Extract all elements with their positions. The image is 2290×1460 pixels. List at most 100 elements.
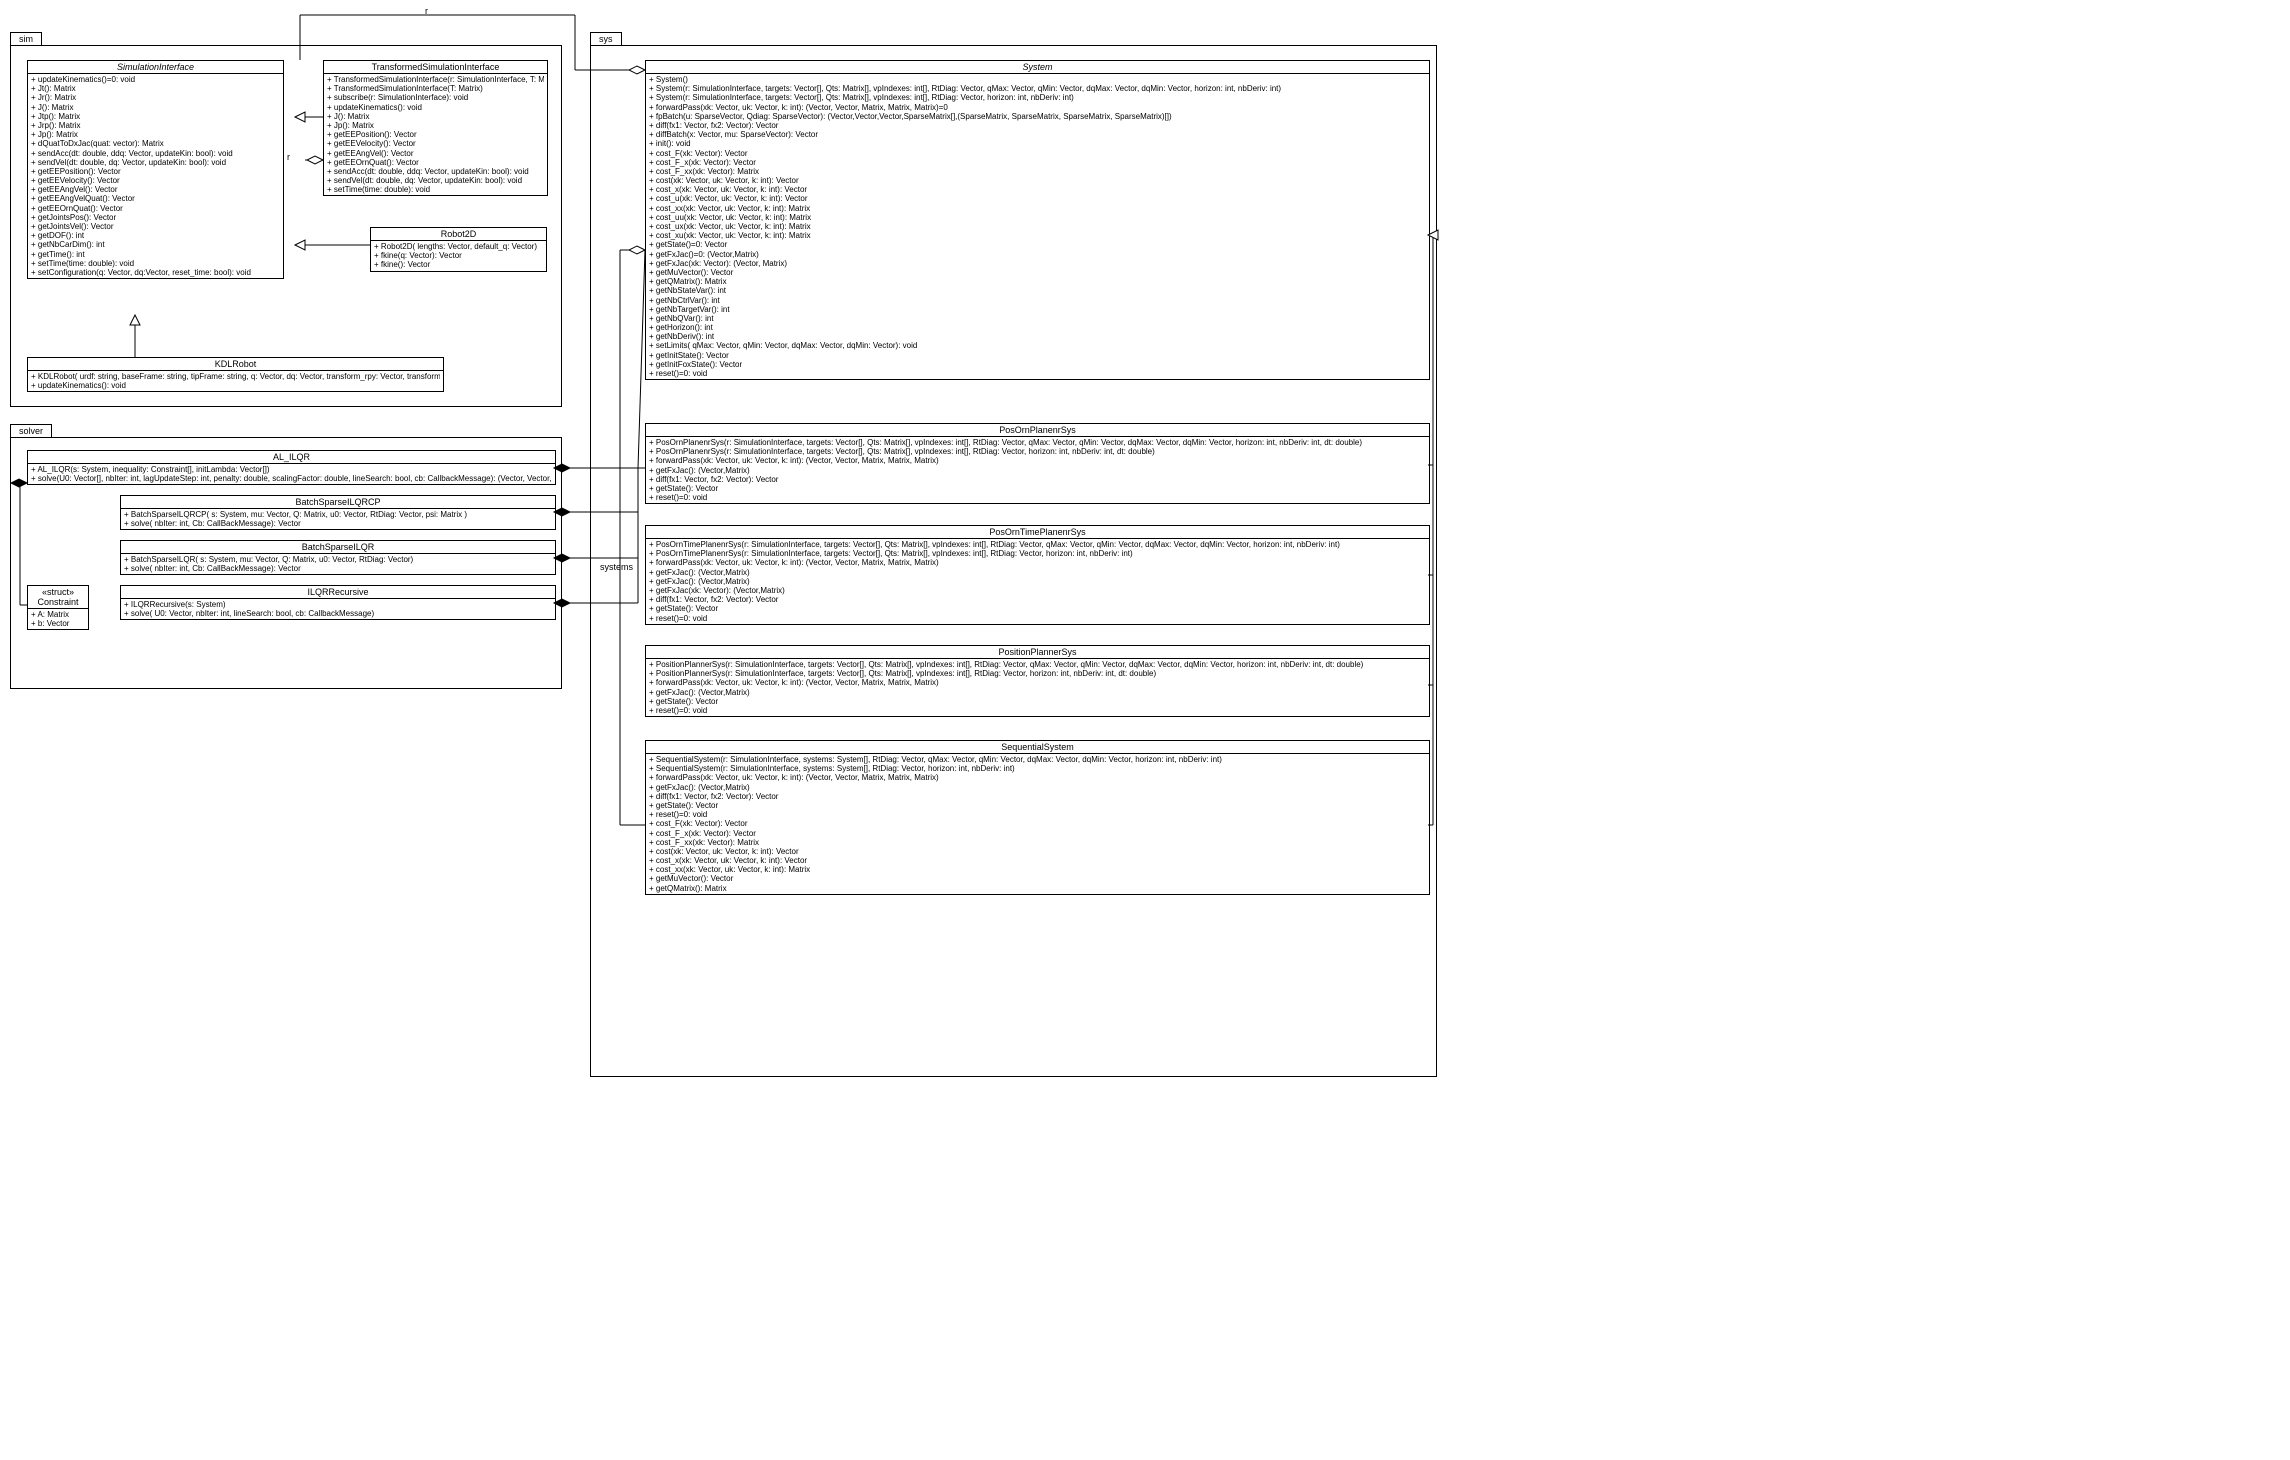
member: + b: Vector	[31, 619, 85, 628]
cls-body: + PositionPlannerSys(r: SimulationInterf…	[646, 659, 1429, 716]
member: + PosOrnTimePlanenrSys(r: SimulationInte…	[649, 540, 1426, 549]
member: + getNbCtrlVar(): int	[649, 296, 1426, 305]
member: + updateKinematics(): void	[31, 381, 440, 390]
cls-positionplannersys: PositionPlannerSys + PositionPlannerSys(…	[645, 645, 1430, 717]
pkg-sys-label: sys	[590, 32, 622, 45]
cls-body: + BatchSparseILQRCP( s: System, mu: Vect…	[121, 509, 555, 529]
member: + cost_F_xx(xk: Vector): Matrix	[649, 167, 1426, 176]
member: + getFxJac(xk: Vector): (Vector, Matrix)	[649, 259, 1426, 268]
cls-al-ilqr: AL_ILQR + AL_ILQR(s: System, inequality:…	[27, 450, 556, 485]
member: + Jtp(): Matrix	[31, 112, 280, 121]
member: + getState()=0: Vector	[649, 240, 1426, 249]
member: + setTime(time: double): void	[31, 259, 280, 268]
member: + SequentialSystem(r: SimulationInterfac…	[649, 764, 1426, 773]
member: + System(r: SimulationInterface, targets…	[649, 84, 1426, 93]
member: + getEEVelocity(): Vector	[31, 176, 280, 185]
cls-body: + AL_ILQR(s: System, inequality: Constra…	[28, 464, 555, 484]
member: + forwardPass(xk: Vector, uk: Vector, k:…	[649, 773, 1426, 782]
member: + getJointsPos(): Vector	[31, 213, 280, 222]
member: + getFxJac(): (Vector,Matrix)	[649, 466, 1426, 475]
cls-system: System + System()+ System(r: SimulationI…	[645, 60, 1430, 380]
member: + setLimits( qMax: Vector, qMin: Vector,…	[649, 341, 1426, 350]
member: + Jt(): Matrix	[31, 84, 280, 93]
member: + forwardPass(xk: Vector, uk: Vector, k:…	[649, 456, 1426, 465]
cls-title: SequentialSystem	[646, 741, 1429, 754]
member: + getEEVelocity(): Vector	[327, 139, 544, 148]
member: + cost_ux(xk: Vector, uk: Vector, k: int…	[649, 222, 1426, 231]
cls-body: + Robot2D( lengths: Vector, default_q: V…	[371, 241, 546, 271]
member: + sendAcc(dt: double, ddq: Vector, updat…	[31, 149, 280, 158]
member: + getInitFoxState(): Vector	[649, 360, 1426, 369]
member: + cost_xx(xk: Vector, uk: Vector, k: int…	[649, 865, 1426, 874]
cls-ilqrrecursive: ILQRRecursive + ILQRRecursive(s: System)…	[120, 585, 556, 620]
cls-transformedsimulationinterface: TransformedSimulationInterface + Transfo…	[323, 60, 548, 196]
cls-struct-label: «struct»Constraint	[28, 586, 88, 608]
member: + forwardPass(xk: Vector, uk: Vector, k:…	[649, 678, 1426, 687]
member: + sendVel(dt: double, dq: Vector, update…	[31, 158, 280, 167]
member: + Jp(): Matrix	[327, 121, 544, 130]
member: + KDLRobot( urdf: string, baseFrame: str…	[31, 372, 440, 381]
member: + getState(): Vector	[649, 697, 1426, 706]
member: + getTime(): int	[31, 250, 280, 259]
member: + PosOrnPlanenrSys(r: SimulationInterfac…	[649, 447, 1426, 456]
member: + getFxJac(): (Vector,Matrix)	[649, 568, 1426, 577]
member: + Jr(): Matrix	[31, 93, 280, 102]
member: + getEEOrnQuat(): Vector	[31, 204, 280, 213]
cls-batchsparseilqr: BatchSparseILQR + BatchSparseILQR( s: Sy…	[120, 540, 556, 575]
member: + cost_uu(xk: Vector, uk: Vector, k: int…	[649, 213, 1426, 222]
member: + System(r: SimulationInterface, targets…	[649, 93, 1426, 102]
member: + getQMatrix(): Matrix	[649, 884, 1426, 893]
lbl-r1: r	[425, 6, 428, 16]
member: + fkine(q: Vector): Vector	[374, 251, 543, 260]
cls-title: TransformedSimulationInterface	[324, 61, 547, 74]
member: + getState(): Vector	[649, 604, 1426, 613]
member: + init(): void	[649, 139, 1426, 148]
member: + updateKinematics()=0: void	[31, 75, 280, 84]
pkg-solver-label: solver	[10, 424, 52, 437]
cls-posorntimeplanenrsys: PosOrnTimePlanenrSys + PosOrnTimePlanenr…	[645, 525, 1430, 625]
member: + diff(fx1: Vector, fx2: Vector): Vector	[649, 121, 1426, 130]
cls-body: + PosOrnPlanenrSys(r: SimulationInterfac…	[646, 437, 1429, 503]
member: + System()	[649, 75, 1426, 84]
member: + getNbQVar(): int	[649, 314, 1426, 323]
member: + reset()=0: void	[649, 493, 1426, 502]
member: + cost_F_x(xk: Vector): Vector	[649, 829, 1426, 838]
member: + A: Matrix	[31, 610, 85, 619]
member: + cost_x(xk: Vector, uk: Vector, k: int)…	[649, 185, 1426, 194]
cls-title: AL_ILQR	[28, 451, 555, 464]
cls-title: ILQRRecursive	[121, 586, 555, 599]
member: + cost_F(xk: Vector): Vector	[649, 149, 1426, 158]
member: + getState(): Vector	[649, 801, 1426, 810]
member: + setTime(time: double): void	[327, 185, 544, 194]
member: + cost_u(xk: Vector, uk: Vector, k: int)…	[649, 194, 1426, 203]
member: + cost_xu(xk: Vector, uk: Vector, k: int…	[649, 231, 1426, 240]
uml-canvas: sim SimulationInterface + updateKinemati…	[5, 5, 2290, 1455]
member: + subscribe(r: SimulationInterface): voi…	[327, 93, 544, 102]
cls-constraint: «struct»Constraint + A: Matrix+ b: Vecto…	[27, 585, 89, 630]
cls-sequentialsystem: SequentialSystem + SequentialSystem(r: S…	[645, 740, 1430, 895]
member: + getFxJac(xk: Vector): (Vector,Matrix)	[649, 586, 1426, 595]
member: + solve( nbIter: int, Cb: CallBackMessag…	[124, 519, 552, 528]
member: + sendVel(dt: double, dq: Vector, update…	[327, 176, 544, 185]
cls-title: BatchSparseILQR	[121, 541, 555, 554]
member: + getState(): Vector	[649, 484, 1426, 493]
member: + getDOF(): int	[31, 231, 280, 240]
member: + getEEPosition(): Vector	[327, 130, 544, 139]
cls-body: + A: Matrix+ b: Vector	[28, 608, 88, 629]
member: + diffBatch(x: Vector, mu: SparseVector)…	[649, 130, 1426, 139]
member: + getFxJac(): (Vector,Matrix)	[649, 688, 1426, 697]
member: + getHorizon(): int	[649, 323, 1426, 332]
member: + getJointsVel(): Vector	[31, 222, 280, 231]
member: + solve( U0: Vector, nbIter: int, lineSe…	[124, 609, 552, 618]
cls-title: PosOrnPlanenrSys	[646, 424, 1429, 437]
member: + PositionPlannerSys(r: SimulationInterf…	[649, 660, 1426, 669]
cls-body: + BatchSparseILQR( s: System, mu: Vector…	[121, 554, 555, 574]
cls-batchsparseilqrcp: BatchSparseILQRCP + BatchSparseILQRCP( s…	[120, 495, 556, 530]
member: + AL_ILQR(s: System, inequality: Constra…	[31, 465, 552, 474]
member: + cost_F(xk: Vector): Vector	[649, 819, 1426, 828]
member: + solve( nbIter: int, Cb: CallBackMessag…	[124, 564, 552, 573]
member: + reset()=0: void	[649, 614, 1426, 623]
member: + diff(fx1: Vector, fx2: Vector): Vector	[649, 595, 1426, 604]
member: + getNbTargetVar(): int	[649, 305, 1426, 314]
member: + PositionPlannerSys(r: SimulationInterf…	[649, 669, 1426, 678]
